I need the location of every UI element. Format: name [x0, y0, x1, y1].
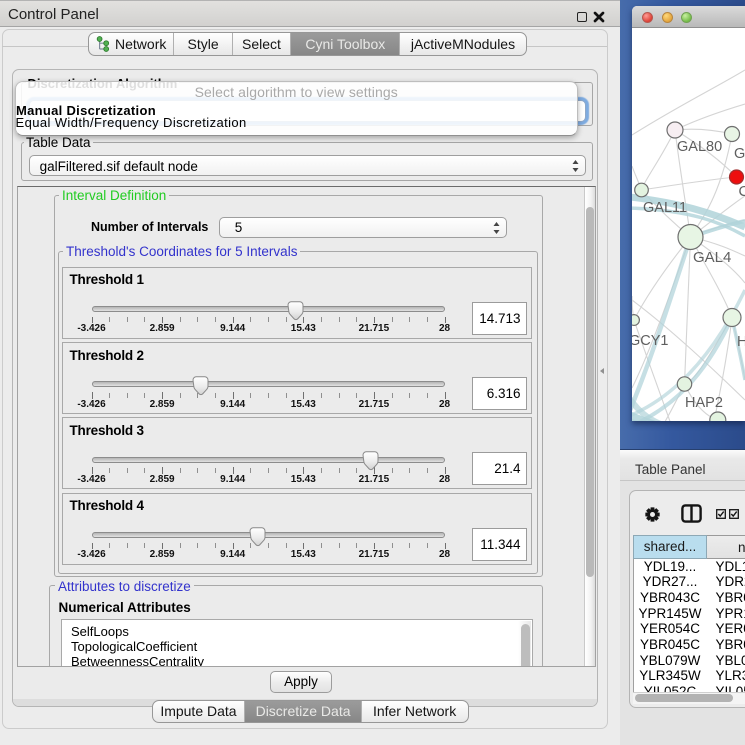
svg-text:GAL80: GAL80 — [677, 139, 722, 155]
svg-text:GAL3: GAL3 — [734, 146, 745, 162]
svg-text:GAL11: GAL11 — [643, 200, 687, 216]
svg-text:HA: HA — [737, 334, 745, 350]
svg-text:GAL4: GAL4 — [693, 249, 731, 266]
svg-text:HAP2: HAP2 — [685, 395, 723, 411]
svg-text:CYB: CYB — [739, 184, 745, 200]
svg-text:GCY1: GCY1 — [632, 333, 669, 349]
